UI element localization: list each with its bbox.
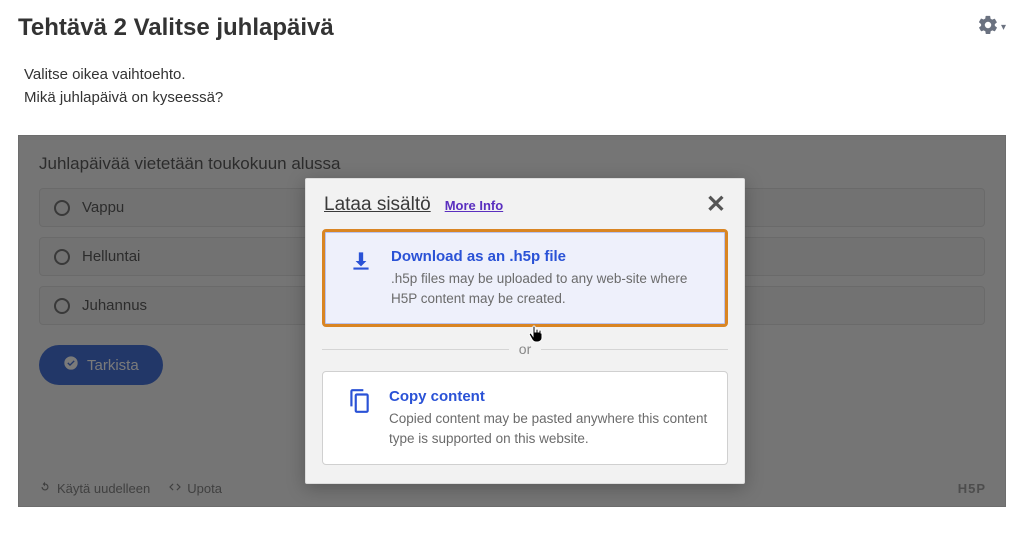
download-h5p-card[interactable]: Download as an .h5p file .h5p files may … — [322, 229, 728, 327]
download-modal: Lataa sisältö More Info ✕ Download as an… — [305, 178, 745, 484]
more-info-link[interactable]: More Info — [445, 198, 504, 213]
gear-icon — [977, 14, 999, 41]
copy-card-desc: Copied content may be pasted anywhere th… — [389, 409, 711, 448]
close-icon[interactable]: ✕ — [706, 193, 726, 217]
question-line-2: Mikä juhlapäivä on kyseessä? — [24, 87, 1000, 110]
page-title: Tehtävä 2 Valitse juhlapäivä — [18, 14, 334, 42]
copy-content-card[interactable]: Copy content Copied content may be paste… — [322, 371, 728, 465]
gear-menu[interactable]: ▾ — [977, 14, 1006, 41]
download-card-title: Download as an .h5p file — [391, 248, 709, 265]
download-card-desc: .h5p files may be uploaded to any web-si… — [391, 269, 709, 308]
chevron-down-icon: ▾ — [1001, 22, 1006, 33]
copy-card-title: Copy content — [389, 388, 711, 405]
question-line-1: Valitse oikea vaihtoehto. — [24, 64, 1000, 87]
question-block: Valitse oikea vaihtoehto. Mikä juhlapäiv… — [0, 42, 1024, 127]
or-separator: or — [322, 341, 728, 357]
copy-icon — [339, 388, 379, 448]
download-icon — [341, 248, 381, 308]
modal-title: Lataa sisältö — [324, 194, 431, 216]
